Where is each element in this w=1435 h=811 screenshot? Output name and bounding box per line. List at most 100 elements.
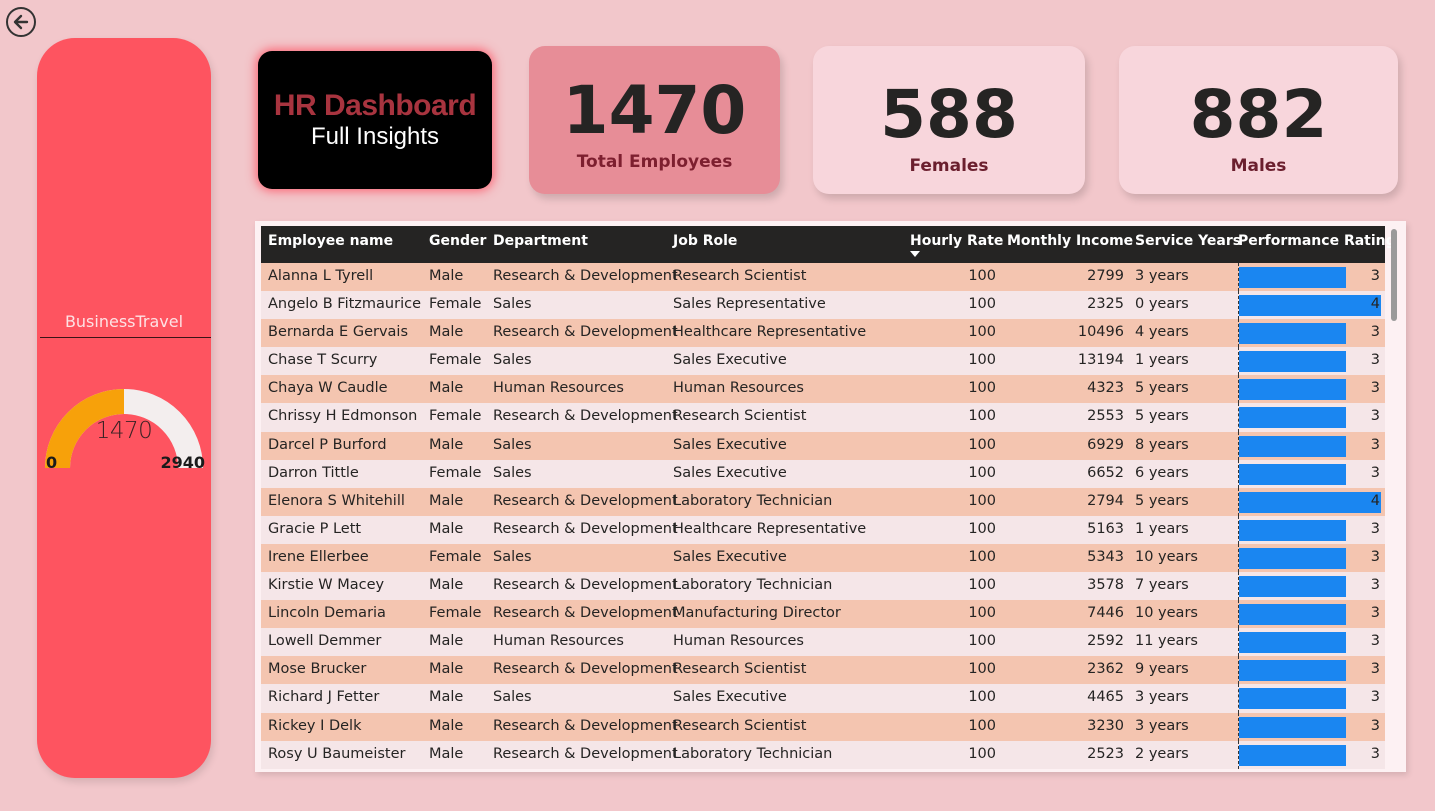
cell-performance-rating: 4	[1370, 492, 1380, 509]
cell-performance-rating: 3	[1370, 520, 1380, 537]
table-row[interactable]: Irene Ellerbee Female Sales Sales Executive…	[261, 543, 1385, 573]
cell-service-years: 1 years	[1135, 520, 1189, 537]
cell-job-role: Laboratory Technician	[673, 492, 833, 509]
cell-employee-name: Lincoln Demaria	[268, 605, 386, 622]
cell-hourly-rate: 100	[968, 296, 996, 313]
table-row[interactable]: Angelo B Fitzmaurice Female Sales Sales Rep…	[261, 291, 1385, 320]
cell-monthly-income: 2799	[1087, 268, 1124, 284]
cell-department: Research & Development	[493, 577, 678, 594]
cell-performance-rating: 3	[1370, 689, 1380, 706]
cell-service-years: 8 years	[1135, 436, 1189, 453]
cell-department: Sales	[493, 352, 532, 369]
cell-job-role: Sales Executive	[673, 352, 787, 369]
cell-monthly-income: 6929	[1087, 436, 1124, 453]
cell-job-role: Sales Executive	[673, 464, 787, 481]
scrollbar-thumb[interactable]	[1391, 229, 1397, 321]
females-value: 588	[880, 76, 1018, 153]
cell-hourly-rate: 100	[968, 464, 996, 481]
cell-gender: Male	[429, 520, 464, 537]
table-row[interactable]: Chrissy H Edmonson Female Research & Devel…	[261, 403, 1385, 432]
gauge-value: 1470	[95, 418, 153, 444]
cell-employee-name: Chrissy H Edmonson	[268, 408, 418, 425]
cell-department: Human Resources	[493, 633, 624, 650]
cell-hourly-rate: 100	[968, 548, 996, 565]
cell-employee-name: Alanna L Tyrell	[268, 268, 374, 284]
cell-performance-rating: 3	[1370, 380, 1380, 397]
table-row[interactable]: Darron Tittle Female Sales Sales Executive 1…	[261, 459, 1385, 488]
cell-monthly-income: 2523	[1087, 745, 1124, 762]
cell-job-role: Research Scientist	[673, 661, 807, 678]
table-row[interactable]: Kirstie W Macey Male Research & Developmen…	[261, 572, 1385, 601]
cell-gender: Male	[429, 717, 464, 734]
table-row[interactable]: Chase T Scurry Female Sales Sales Executive…	[261, 347, 1385, 376]
cell-employee-name: Angelo B Fitzmaurice	[268, 296, 421, 313]
cell-service-years: 5 years	[1135, 380, 1189, 397]
column-header-service-years[interactable]: Service Years	[1135, 233, 1241, 249]
cell-service-years: 2 years	[1135, 745, 1189, 762]
cell-monthly-income: 2362	[1087, 661, 1124, 678]
cell-gender: Male	[429, 324, 464, 341]
cell-hourly-rate: 100	[968, 352, 996, 369]
cell-service-years: 7 years	[1135, 577, 1189, 594]
cell-monthly-income: 3578	[1087, 577, 1124, 594]
cell-hourly-rate: 100	[968, 492, 996, 509]
cell-job-role: Healthcare Representative	[673, 520, 867, 537]
cell-department: Sales	[493, 296, 532, 313]
column-header-department[interactable]: Department	[493, 233, 588, 249]
cell-performance-rating: 3	[1370, 324, 1380, 341]
cell-service-years: 3 years	[1135, 717, 1189, 734]
cell-gender: Male	[429, 380, 464, 397]
cell-employee-name: Richard J Fetter	[268, 689, 380, 706]
cell-department: Research & Development	[493, 324, 678, 341]
gauge-min-label: 0	[46, 453, 58, 472]
dashboard-title: HR Dashboard	[273, 89, 477, 122]
cell-department: Research & Development	[493, 717, 678, 734]
cell-performance-rating: 3	[1370, 577, 1380, 594]
cell-service-years: 6 years	[1135, 464, 1189, 481]
cell-department: Sales	[493, 689, 532, 706]
table-row[interactable]: Elenora S Whitehill Male Research & Develo…	[261, 487, 1385, 516]
column-header-employee-name[interactable]: Employee name	[268, 233, 393, 249]
table-row[interactable]: Darcel P Burford Male Sales Sales Executive…	[261, 431, 1385, 460]
table-row[interactable]: Lowell Demmer Male Human Resources Human Re…	[261, 628, 1385, 657]
cell-hourly-rate: 100	[968, 689, 996, 706]
cell-department: Sales	[493, 464, 532, 481]
table-row[interactable]: Richard J Fetter Male Sales Sales Executive…	[261, 684, 1385, 713]
table-scrollbar[interactable]	[1391, 229, 1397, 770]
cell-job-role: Healthcare Representative	[673, 324, 867, 341]
table-row[interactable]: Chaya W Caudle Male Human Resources Human R…	[261, 375, 1385, 404]
business-travel-panel: BusinessTravel 1470 0 2940	[37, 38, 211, 778]
column-header-performance-rating[interactable]: Performance Rating	[1238, 233, 1396, 249]
cell-service-years: 3 years	[1135, 268, 1189, 284]
cell-employee-name: Darcel P Burford	[268, 436, 387, 453]
total-employees-card: 1470 Total Employees	[529, 46, 780, 194]
cell-employee-name: Chaya W Caudle	[268, 380, 388, 397]
cell-monthly-income: 2794	[1087, 492, 1124, 509]
column-header-monthly-income[interactable]: Monthly Income	[1007, 233, 1133, 249]
column-header-hourly-rate[interactable]: Hourly Rate	[910, 233, 1003, 249]
column-header-gender[interactable]: Gender	[429, 233, 486, 249]
table-row[interactable]: Rosy U Baumeister Male Research & Developm…	[261, 740, 1385, 769]
cell-job-role: Research Scientist	[673, 268, 807, 284]
table-row[interactable]: Lincoln Demaria Female Research & Developm…	[261, 600, 1385, 629]
column-header-job-role[interactable]: Job Role	[673, 233, 737, 249]
back-arrow-icon[interactable]	[6, 7, 36, 37]
table-row[interactable]: Bernarda E Gervais Male Research & Develop…	[261, 319, 1385, 348]
cell-employee-name: Chase T Scurry	[268, 352, 378, 369]
cell-service-years: 9 years	[1135, 661, 1189, 678]
table-row[interactable]: Gracie P Lett Male Research & Development H…	[261, 515, 1385, 544]
cell-performance-rating: 3	[1370, 661, 1380, 678]
table-row[interactable]: Mose Brucker Male Research & Development Re…	[261, 656, 1385, 685]
cell-employee-name: Rosy U Baumeister	[268, 745, 406, 762]
cell-service-years: 11 years	[1135, 633, 1198, 650]
cell-employee-name: Elenora S Whitehill	[268, 492, 405, 509]
cell-monthly-income: 2553	[1087, 408, 1124, 425]
cell-hourly-rate: 100	[968, 717, 996, 734]
table-row[interactable]: Alanna L Tyrell Male Research & Developmen…	[261, 263, 1385, 292]
table-row[interactable]: Rickey I Delk Male Research & Development R…	[261, 712, 1385, 741]
cell-job-role: Human Resources	[673, 380, 804, 397]
cell-performance-rating: 3	[1370, 745, 1380, 762]
cell-service-years: 10 years	[1135, 548, 1198, 565]
cell-gender: Male	[429, 661, 464, 678]
cell-monthly-income: 7446	[1087, 605, 1124, 622]
